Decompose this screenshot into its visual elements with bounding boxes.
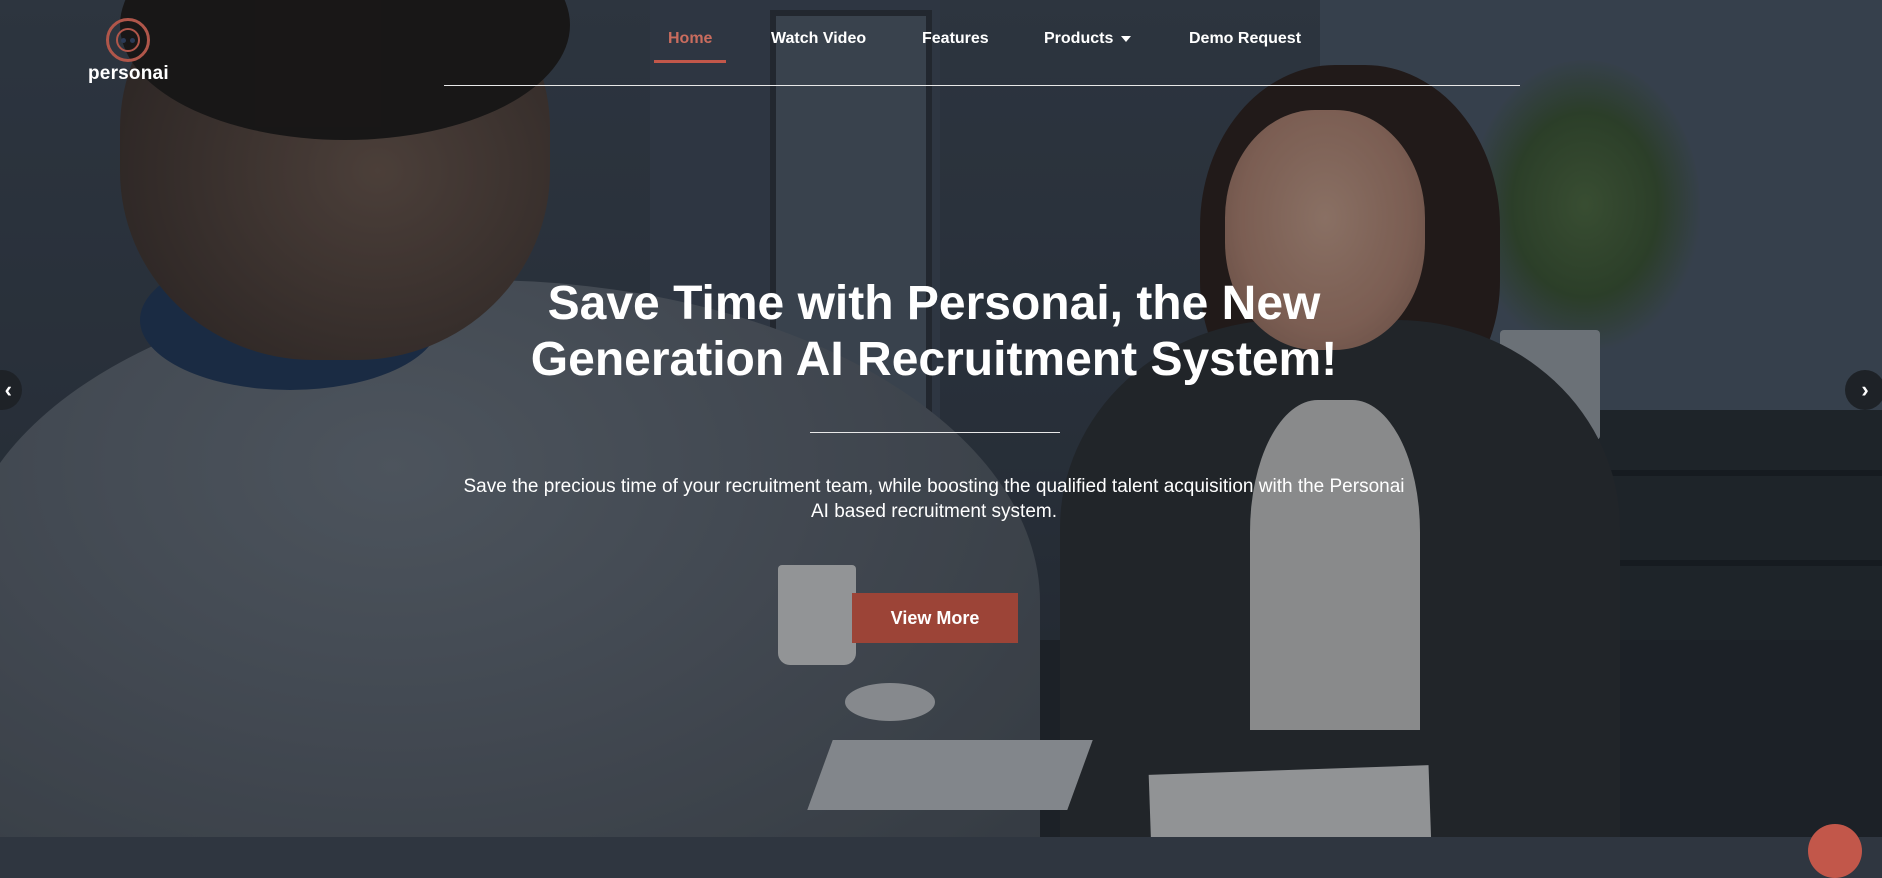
main-navigation: Home Watch Video Features Products Demo … (444, 0, 1520, 86)
site-logo[interactable]: personai (88, 18, 169, 85)
hero-divider (810, 432, 1060, 433)
logo-icon (106, 18, 150, 62)
nav-demo-request[interactable]: Demo Request (1189, 30, 1301, 48)
nav-features[interactable]: Features (922, 30, 989, 48)
nav-watch-video[interactable]: Watch Video (771, 30, 866, 48)
hero-dark-overlay (0, 0, 1882, 837)
chat-widget-button[interactable] (1808, 824, 1862, 878)
logo-text: personai (88, 63, 169, 84)
view-more-button[interactable]: View More (852, 593, 1018, 643)
chevron-left-icon: ‹ (4, 377, 12, 402)
caret-down-icon (1121, 35, 1132, 42)
hero-background-image (0, 0, 1882, 837)
nav-products-label: Products (1044, 30, 1114, 47)
chevron-right-icon: › (1861, 377, 1869, 402)
slider-next-button[interactable]: › (1845, 370, 1882, 410)
nav-home[interactable]: Home (653, 30, 728, 63)
hero-subtitle: Save the precious time of your recruitme… (463, 476, 1405, 522)
nav-products[interactable]: Products (1044, 30, 1132, 48)
hero-title: Save Time with Personai, the New Generat… (530, 277, 1338, 386)
